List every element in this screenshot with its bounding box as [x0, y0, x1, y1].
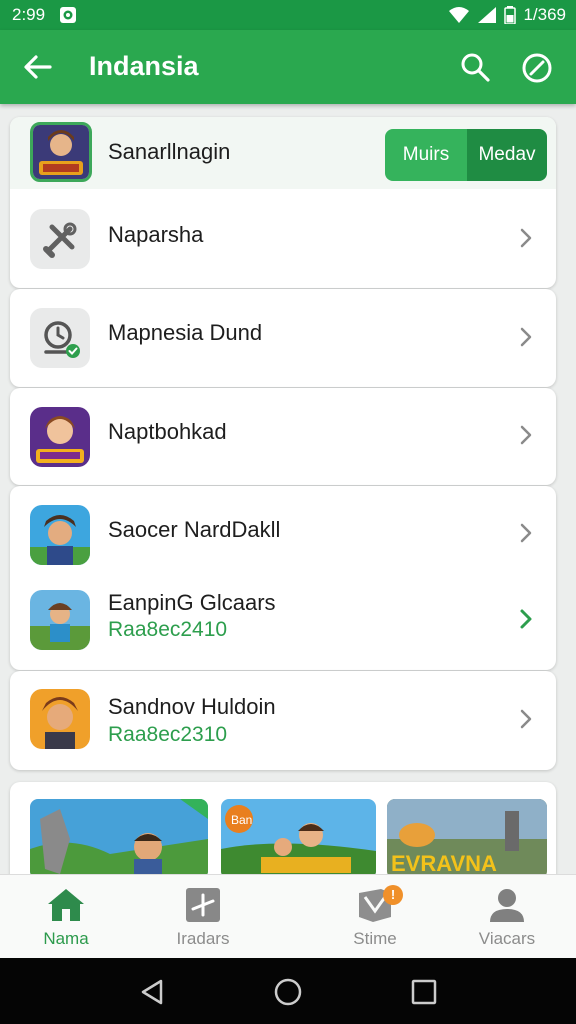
list-header-title: Sanarllnagin: [108, 139, 231, 164]
list-item[interactable]: Saocer NardDakll: [10, 486, 556, 578]
list-card: Naptbohkad: [10, 388, 556, 485]
nav-label: Viacars: [478, 929, 536, 948]
nav-label: Iradars: [176, 929, 230, 948]
nav-label: Nama: [43, 929, 89, 948]
list-item-label: Naparsha: [108, 222, 204, 247]
chevron-right-icon: [520, 425, 532, 445]
chevron-right-icon: [520, 327, 532, 347]
notification-icon: [60, 7, 76, 23]
status-bar: 2:99 1/369: [0, 0, 576, 30]
segment-control: Muirs Medav: [385, 129, 547, 181]
banner-thumbnail[interactable]: Ban: [221, 799, 376, 879]
home-circle-icon[interactable]: [273, 977, 303, 1007]
person-icon: [490, 889, 524, 922]
game-character-icon: [30, 689, 90, 749]
list-item-label: Naptbohkad: [108, 419, 227, 444]
segment-right-button[interactable]: Medav: [467, 129, 547, 181]
back-arrow-icon[interactable]: [22, 52, 54, 82]
list-item-label: Saocer NardDakll: [108, 517, 281, 542]
list-header: Sanarllnagin Muirs Medav: [10, 117, 556, 189]
list-item[interactable]: Mapnesia Dund: [10, 289, 556, 387]
timer-check-icon: [30, 308, 90, 368]
chevron-right-icon: [520, 609, 532, 629]
list-item[interactable]: Naptbohkad: [10, 388, 556, 485]
list-item[interactable]: EanpinG Glcaars Raa8ec2410: [10, 578, 556, 670]
compass-icon[interactable]: [519, 50, 555, 86]
cross-box-icon: [186, 888, 220, 922]
chevron-right-icon: [520, 228, 532, 248]
list-card: Sanarllnagin Muirs Medav Naparsha: [10, 117, 556, 288]
list-card: Sandnov Huldoin Raa8ec2310: [10, 671, 556, 770]
list-item[interactable]: Sandnov Huldoin Raa8ec2310: [10, 671, 556, 770]
game-character-icon: [30, 505, 90, 565]
game-character-icon: [30, 590, 90, 650]
battery-icon: [504, 6, 517, 24]
system-navigation-bar: [0, 958, 576, 1024]
nav-item-home[interactable]: Nama: [6, 875, 126, 959]
nav-item-iradars[interactable]: Iradars: [143, 875, 263, 959]
list-item-subtitle: Raa8ec2310: [108, 723, 228, 746]
chevron-right-icon: [520, 709, 532, 729]
list-card: Mapnesia Dund: [10, 289, 556, 387]
list-item-label: Mapnesia Dund: [108, 320, 263, 345]
game-character-icon: [30, 122, 92, 182]
list-item-label: EanpinG Glcaars: [108, 590, 276, 615]
nav-label: Stime: [353, 929, 397, 948]
bottom-navigation: Nama Iradars ! Stime Viacars: [0, 874, 576, 958]
app-bar: Indansia: [0, 30, 576, 104]
home-icon: [48, 889, 84, 921]
banner-thumbnail[interactable]: [30, 799, 208, 879]
banner-title-text: EVRAVNA: [391, 851, 497, 876]
notification-badge: !: [383, 885, 403, 905]
battery-text: 1/369: [523, 5, 566, 24]
wifi-icon: [449, 7, 470, 23]
status-time: 2:99: [12, 5, 46, 24]
list-item[interactable]: Naparsha: [10, 189, 556, 288]
signal-icon: [478, 7, 497, 23]
page-title: Indansia: [89, 51, 199, 81]
recents-square-icon[interactable]: [410, 978, 438, 1006]
nav-item-viacars[interactable]: Viacars: [447, 875, 567, 959]
tools-icon: [30, 209, 90, 269]
chevron-right-icon: [520, 523, 532, 543]
segment-left-button[interactable]: Muirs: [385, 129, 467, 181]
nav-item-stime[interactable]: ! Stime: [315, 875, 435, 959]
search-icon[interactable]: [458, 50, 492, 84]
banner-thumbnail[interactable]: EVRAVNA: [387, 799, 547, 879]
list-item-label: Sandnov Huldoin: [108, 694, 276, 719]
game-character-icon: [30, 407, 90, 467]
list-card: Saocer NardDakll EanpinG Glcaars Raa8ec2…: [10, 486, 556, 670]
back-triangle-icon[interactable]: [139, 978, 167, 1006]
list-item-subtitle: Raa8ec2410: [108, 618, 228, 641]
banner-badge-text: Ban: [231, 813, 252, 827]
